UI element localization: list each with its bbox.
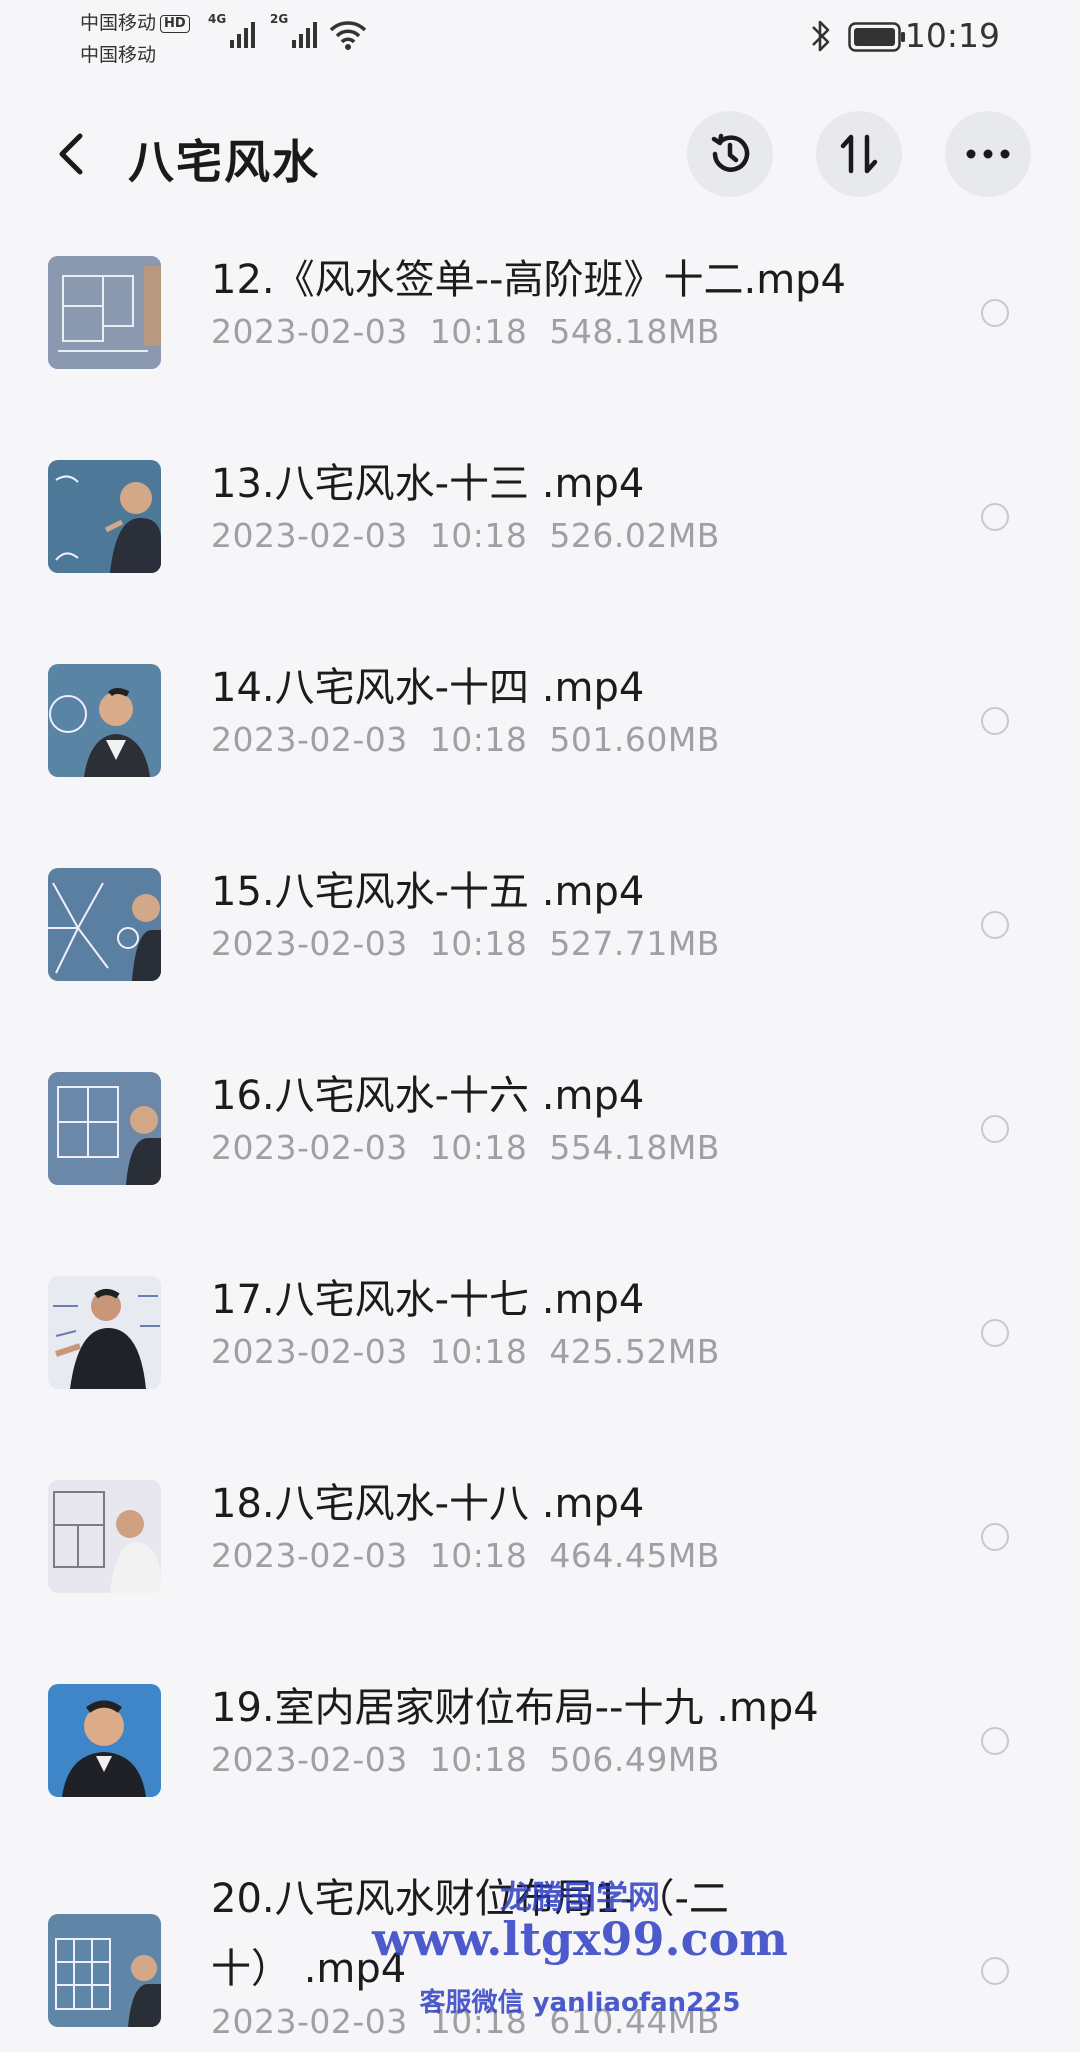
video-thumbnail: [48, 868, 161, 981]
select-radio[interactable]: [981, 1319, 1009, 1347]
video-thumbnail: [48, 256, 161, 369]
wifi-icon: [328, 18, 368, 56]
carrier-2: 中国移动: [80, 44, 157, 66]
file-meta: 2023-02-03 10:18 526.02MB: [211, 516, 720, 555]
file-name: 18.八宅风水-十八 .mp4: [211, 1481, 645, 1527]
file-name: 12.《风水签单--高阶班》十二.mp4: [211, 257, 846, 303]
file-row[interactable]: 16.八宅风水-十六 .mp4 2023-02-03 10:18 554.18M…: [0, 1056, 1080, 1226]
file-row[interactable]: 14.八宅风水-十四 .mp4 2023-02-03 10:18 501.60M…: [0, 648, 1080, 818]
watermark-url: www.ltgx99.com: [372, 1912, 788, 1966]
file-meta: 2023-02-03 10:18 464.45MB: [211, 1536, 720, 1575]
select-radio[interactable]: [981, 1115, 1009, 1143]
select-radio[interactable]: [981, 707, 1009, 735]
video-thumbnail: [48, 460, 161, 573]
file-meta: 2023-02-03 10:18 527.71MB: [211, 924, 720, 963]
file-row[interactable]: 12.《风水签单--高阶班》十二.mp4 2023-02-03 10:18 54…: [0, 240, 1080, 410]
file-name: 16.八宅风水-十六 .mp4: [211, 1073, 645, 1119]
video-thumbnail: [48, 664, 161, 777]
page-title: 八宅风水: [128, 135, 320, 189]
status-bar: 中国移动 HD 中国移动 4G 2G 10:19: [0, 0, 1080, 76]
file-meta: 2023-02-03 10:18 425.52MB: [211, 1332, 720, 1371]
file-row[interactable]: 17.八宅风水-十七 .mp4 2023-02-03 10:18 425.52M…: [0, 1260, 1080, 1430]
more-button[interactable]: [945, 111, 1031, 197]
file-row[interactable]: 13.八宅风水-十三 .mp4 2023-02-03 10:18 526.02M…: [0, 444, 1080, 614]
file-row[interactable]: 19.室内居家财位布局--十九 .mp4 2023-02-03 10:18 50…: [0, 1668, 1080, 1838]
history-button[interactable]: [687, 111, 773, 197]
file-meta: 2023-02-03 10:18 506.49MB: [211, 1740, 720, 1779]
select-radio[interactable]: [981, 299, 1009, 327]
video-thumbnail: [48, 1684, 161, 1797]
hd-badge: HD: [160, 15, 190, 33]
select-radio[interactable]: [981, 1957, 1009, 1985]
file-name: 14.八宅风水-十四 .mp4: [211, 665, 645, 711]
select-radio[interactable]: [981, 1523, 1009, 1551]
more-icon: [966, 149, 1010, 159]
file-meta: 2023-02-03 10:18 548.18MB: [211, 312, 720, 351]
signal-icon-2: 2G: [270, 12, 320, 56]
sort-button[interactable]: [816, 111, 902, 197]
signal-icon-1: 4G: [208, 12, 258, 56]
video-thumbnail: [48, 1072, 161, 1185]
network-type-label: 4G: [208, 12, 227, 26]
back-button[interactable]: [46, 124, 96, 184]
file-row[interactable]: 18.八宅风水-十八 .mp4 2023-02-03 10:18 464.45M…: [0, 1464, 1080, 1634]
select-radio[interactable]: [981, 503, 1009, 531]
history-icon: [711, 133, 750, 172]
clock: 10:19: [904, 16, 1000, 55]
bluetooth-icon: [810, 18, 832, 58]
file-meta: 2023-02-03 10:18 554.18MB: [211, 1128, 720, 1167]
file-name: 17.八宅风水-十七 .mp4: [211, 1277, 645, 1323]
file-row[interactable]: 15.八宅风水-十五 .mp4 2023-02-03 10:18 527.71M…: [0, 852, 1080, 1022]
video-thumbnail: [48, 1480, 161, 1593]
select-radio[interactable]: [981, 911, 1009, 939]
select-radio[interactable]: [981, 1727, 1009, 1755]
video-thumbnail: [48, 1276, 161, 1389]
carrier-1: 中国移动 HD: [80, 8, 190, 35]
sort-icon: [840, 134, 878, 174]
file-name: 19.室内居家财位布局--十九 .mp4: [211, 1685, 819, 1731]
video-thumbnail: [48, 1914, 161, 2027]
file-name: 15.八宅风水-十五 .mp4: [211, 869, 645, 915]
file-meta: 2023-02-03 10:18 501.60MB: [211, 720, 720, 759]
watermark-contact: 客服微信 yanliaofan225: [419, 1988, 741, 2018]
app-header: 八宅风水: [0, 100, 1080, 210]
battery-icon: [848, 22, 906, 56]
watermark: 龙腾国学网 www.ltgx99.com 客服微信 yanliaofan225: [340, 1872, 820, 2042]
network-type-label: 2G: [270, 12, 289, 26]
file-name: 13.八宅风水-十三 .mp4: [211, 461, 645, 507]
back-icon: [59, 133, 83, 175]
